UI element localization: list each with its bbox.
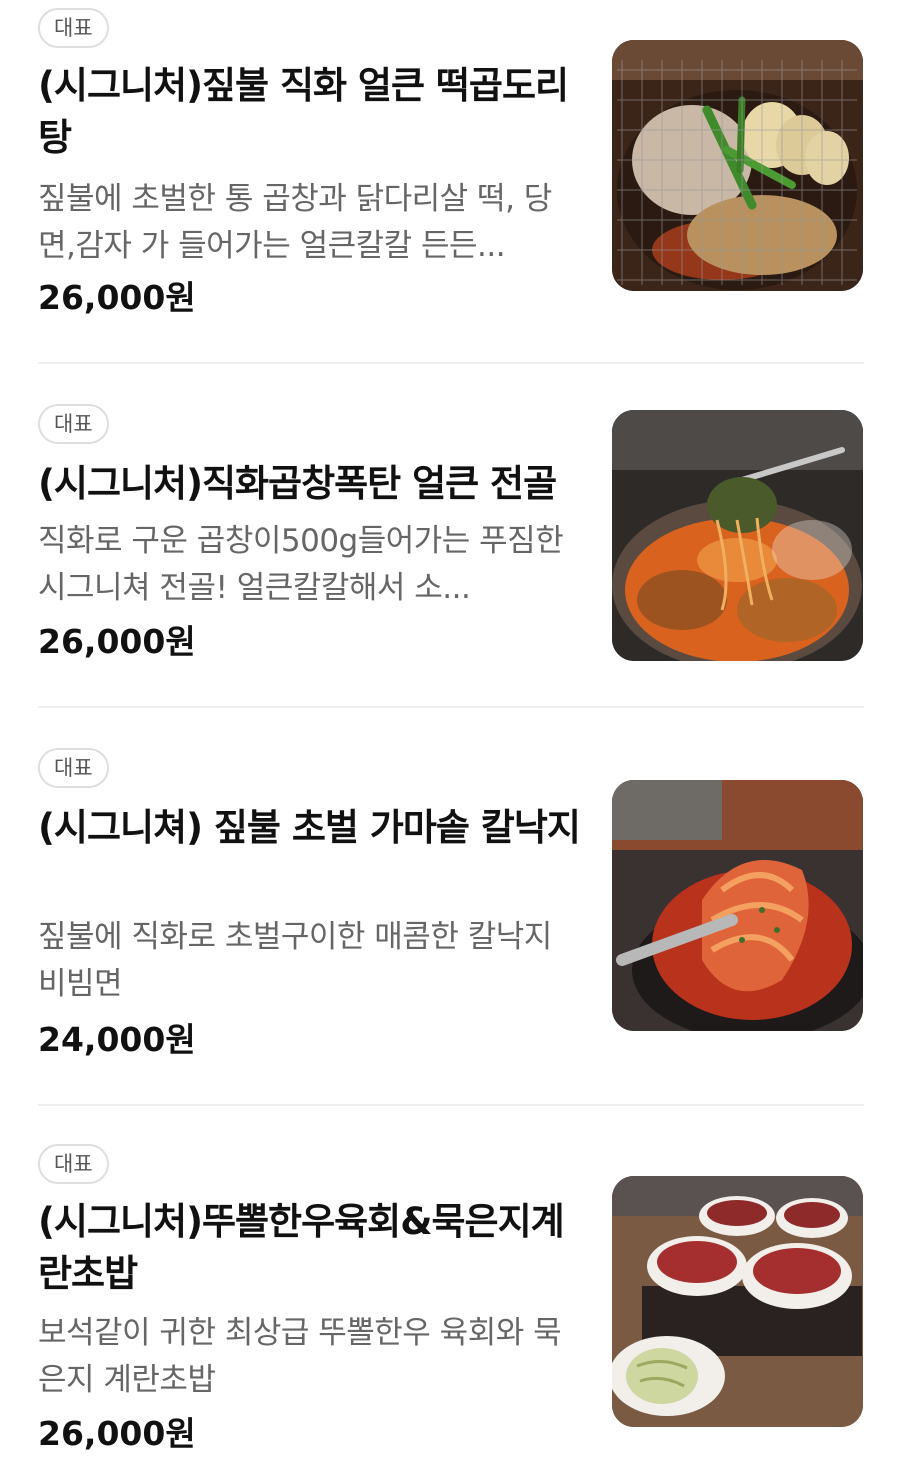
signature-badge: 대표 [38,748,109,788]
signature-badge: 대표 [38,404,109,444]
menu-item-image[interactable] [612,780,863,1031]
menu-item-image[interactable] [612,410,863,661]
menu-item-title: (시그니처)짚불 직화 얼큰 떡곱도리탕 [38,64,569,159]
menu-item[interactable]: 대표 (시그니처)직화곱창폭탄 얼큰 전골 직화로 구운 곱창이500g들어가는… [0,364,900,706]
menu-item-price: 26,000원 [38,622,196,661]
beef-tartare-kimchi-sushi-photo [612,1176,863,1427]
menu-item[interactable]: 대표 (시그니처)짚불 직화 얼큰 떡곱도리탕 짚불에 초벌한 통 곱창과 닭다… [0,0,900,362]
menu-item[interactable]: 대표 (시그니쳐) 짚불 초벌 가마솥 칼낙지 짚불에 직화로 초벌구이한 매콤… [0,708,900,1104]
menu-item-image[interactable] [612,40,863,291]
signature-badge: 대표 [38,1144,109,1184]
spicy-octopus-noodles-photo [612,780,863,1031]
menu-item[interactable]: 대표 (시그니처)뚜뽈한우육회&묵은지계란초밥 보석같이 귀한 최상급 뚜뽈한우… [0,1106,900,1463]
signature-badge: 대표 [38,8,109,48]
menu-item-price: 26,000원 [38,278,196,317]
menu-item-description: 짚불에 초벌한 통 곱창과 닭다리살 떡, 당면,감자 가 들어가는 얼큰칼칼 … [38,181,552,264]
menu-item-image[interactable] [612,1176,863,1427]
gopchang-hotpot-photo [612,410,863,661]
menu-item-title: (시그니처)직화곱창폭탄 얼큰 전골 [38,462,557,505]
menu-item-price: 26,000원 [38,1414,196,1453]
menu-item-title: (시그니쳐) 짚불 초벌 가마솥 칼낙지 [38,806,581,849]
menu-list: 대표 (시그니처)짚불 직화 얼큰 떡곱도리탕 짚불에 초벌한 통 곱창과 닭다… [0,0,900,1463]
menu-item-price: 24,000원 [38,1020,196,1059]
grilled-gopchang-chicken-photo [612,40,863,291]
menu-item-description: 짚불에 직화로 초벌구이한 매콤한 칼낙지비빔면 [38,919,552,1002]
menu-item-description: 보석같이 귀한 최상급 뚜뽈한우 육회와 묵은지 계란초밥 [38,1315,562,1398]
menu-item-title: (시그니처)뚜뽈한우육회&묵은지계란초밥 [38,1200,565,1295]
menu-item-description: 직화로 구운 곱창이500g들어가는 푸짐한 시그니쳐 전골! 얼큰칼칼해서 소… [38,523,564,606]
